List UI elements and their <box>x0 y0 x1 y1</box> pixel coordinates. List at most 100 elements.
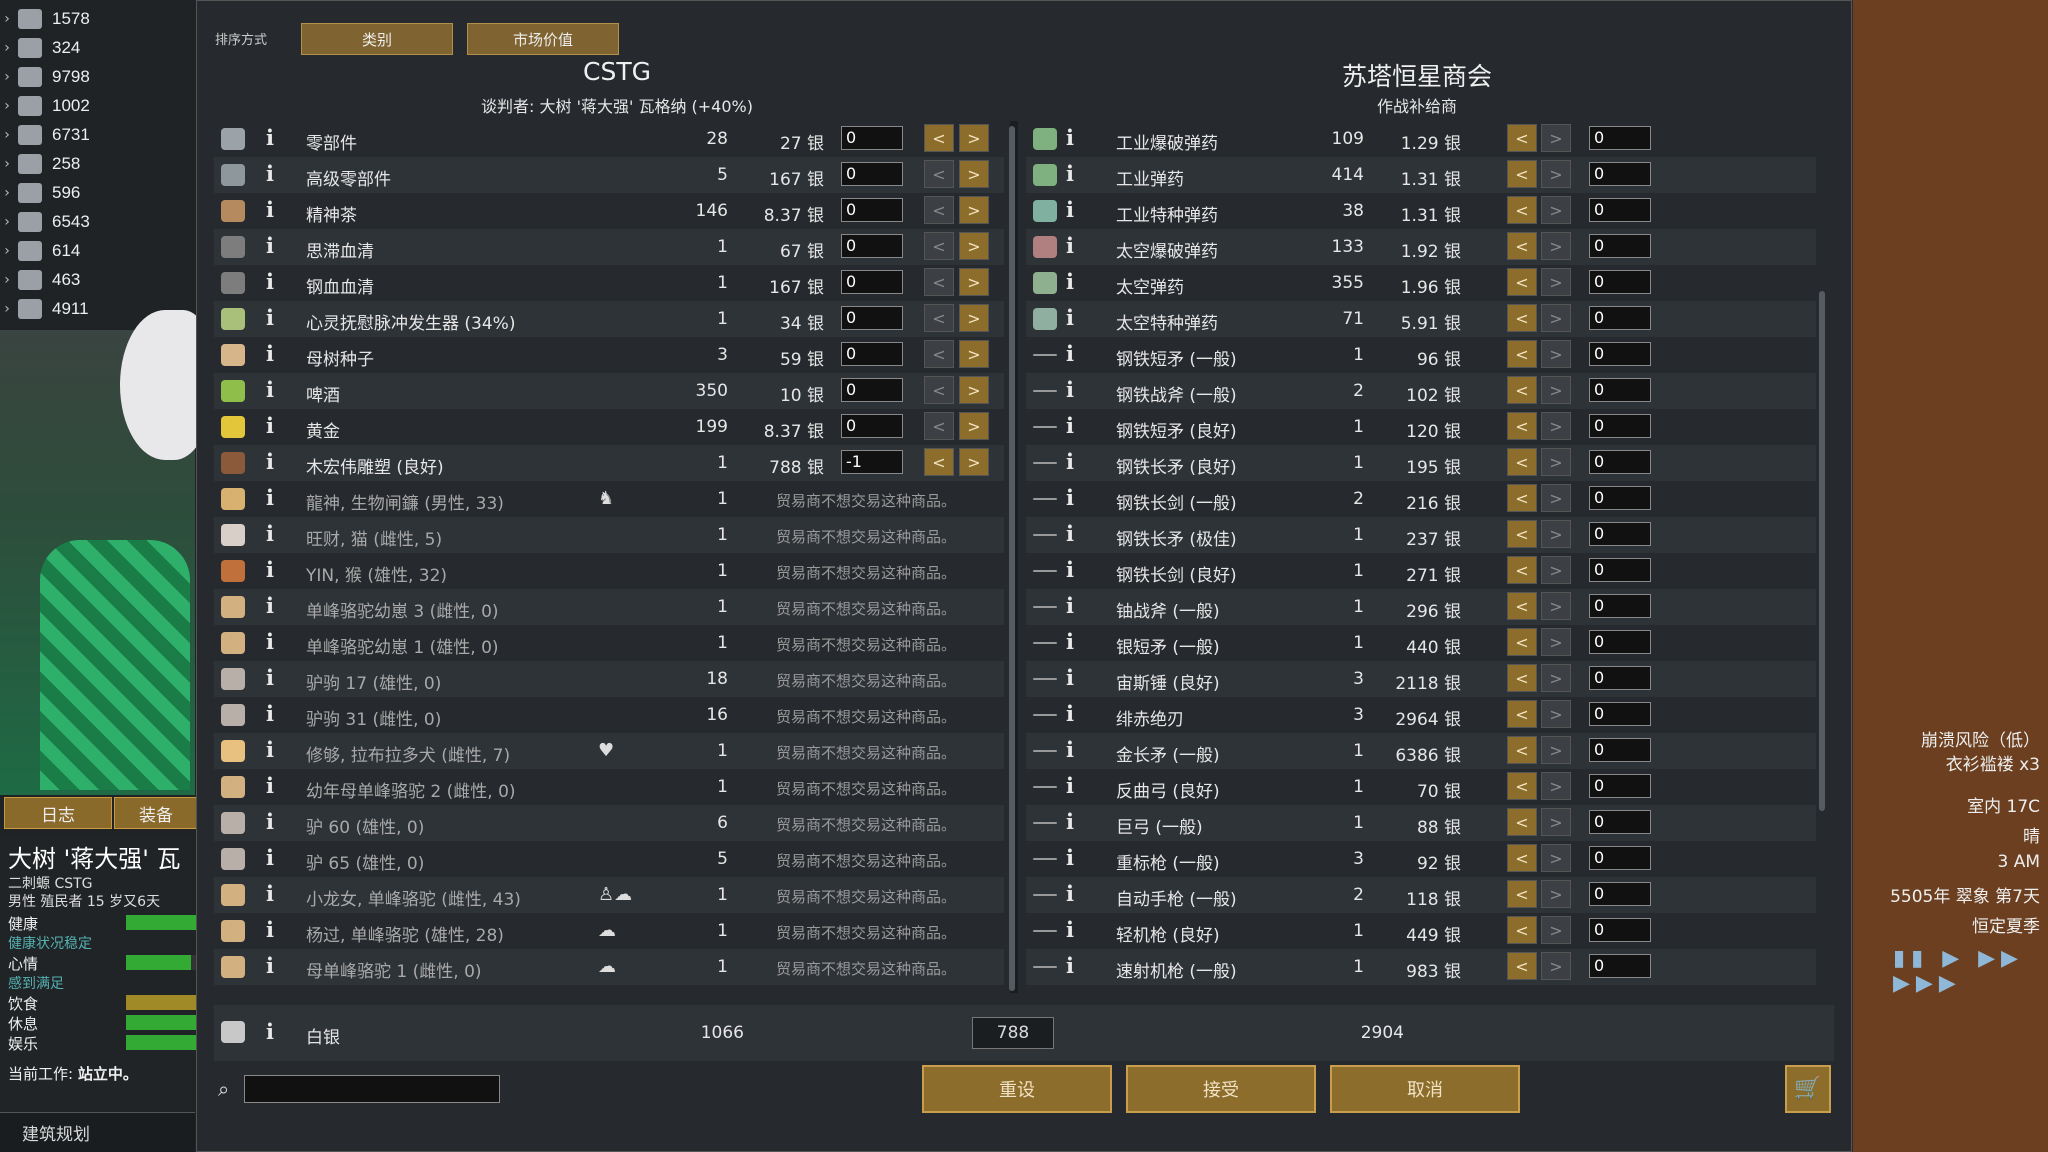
increase-button[interactable]: > <box>1541 340 1571 368</box>
info-icon[interactable]: i <box>266 197 274 222</box>
increase-button[interactable]: > <box>1541 952 1571 980</box>
info-icon[interactable]: i <box>266 233 274 258</box>
decrease-button[interactable]: < <box>1507 916 1537 944</box>
increase-button[interactable]: > <box>1541 376 1571 404</box>
decrease-button[interactable]: < <box>1507 484 1537 512</box>
decrease-button[interactable]: < <box>924 340 954 368</box>
resource-row[interactable]: › 1002 <box>0 91 195 120</box>
increase-button[interactable]: > <box>959 376 989 404</box>
quantity-input[interactable]: 0 <box>841 414 903 438</box>
increase-button[interactable]: > <box>959 304 989 332</box>
info-icon[interactable]: i <box>266 377 274 402</box>
quantity-input[interactable]: -1 <box>841 450 903 474</box>
quantity-input[interactable]: 0 <box>1589 954 1651 978</box>
quantity-input[interactable]: 0 <box>841 270 903 294</box>
quantity-input[interactable]: 0 <box>841 342 903 366</box>
resource-row[interactable]: › 1578 <box>0 4 195 33</box>
increase-button[interactable]: > <box>1541 520 1571 548</box>
quantity-input[interactable]: 0 <box>1589 702 1651 726</box>
info-icon[interactable]: i <box>266 737 274 762</box>
chevron-right-icon[interactable]: › <box>0 40 14 56</box>
increase-button[interactable]: > <box>1541 664 1571 692</box>
decrease-button[interactable]: < <box>924 268 954 296</box>
sort-category-button[interactable]: 类别 <box>301 23 453 55</box>
quantity-input[interactable]: 0 <box>1589 918 1651 942</box>
decrease-button[interactable]: < <box>1507 304 1537 332</box>
info-icon[interactable]: i <box>266 809 274 834</box>
quantity-input[interactable]: 0 <box>841 306 903 330</box>
info-icon[interactable]: i <box>1066 269 1074 294</box>
info-icon[interactable]: i <box>1066 557 1074 582</box>
resource-row[interactable]: › 596 <box>0 178 195 207</box>
info-icon[interactable]: i <box>266 557 274 582</box>
increase-button[interactable]: > <box>1541 268 1571 296</box>
info-icon[interactable]: i <box>266 593 274 618</box>
chevron-right-icon[interactable]: › <box>0 301 14 317</box>
info-icon[interactable]: i <box>1066 305 1074 330</box>
decrease-button[interactable]: < <box>924 232 954 260</box>
decrease-button[interactable]: < <box>1507 592 1537 620</box>
chevron-right-icon[interactable]: › <box>0 243 14 259</box>
speed-controls[interactable]: ▮▮ ▶ ▶▶ ▶▶▶ <box>1893 946 2048 996</box>
increase-button[interactable]: > <box>959 268 989 296</box>
info-icon[interactable]: i <box>266 881 274 906</box>
quantity-input[interactable]: 0 <box>1589 594 1651 618</box>
increase-button[interactable]: > <box>1541 232 1571 260</box>
info-icon[interactable]: i <box>1066 197 1074 222</box>
increase-button[interactable]: > <box>1541 628 1571 656</box>
reset-button[interactable]: 重设 <box>922 1065 1112 1113</box>
alert-ragged[interactable]: 衣衫褴褛 x3 <box>1946 750 2040 775</box>
chevron-right-icon[interactable]: › <box>0 272 14 288</box>
info-icon[interactable]: i <box>266 125 274 150</box>
info-icon[interactable]: i <box>1066 593 1074 618</box>
info-icon[interactable]: i <box>1066 917 1074 942</box>
decrease-button[interactable]: < <box>1507 268 1537 296</box>
left-scrollbar[interactable] <box>1009 126 1015 991</box>
increase-button[interactable]: > <box>1541 808 1571 836</box>
info-icon[interactable]: i <box>1066 845 1074 870</box>
info-icon[interactable]: i <box>1066 665 1074 690</box>
info-icon[interactable]: i <box>266 341 274 366</box>
info-icon[interactable]: i <box>1066 413 1074 438</box>
increase-button[interactable]: > <box>1541 556 1571 584</box>
info-icon[interactable]: i <box>266 269 274 294</box>
alert-breakdown[interactable]: 崩溃风险（低） <box>1921 726 2040 751</box>
resource-row[interactable]: › 258 <box>0 149 195 178</box>
decrease-button[interactable]: < <box>924 448 954 476</box>
chevron-right-icon[interactable]: › <box>0 98 14 114</box>
log-tab[interactable]: 日志 <box>4 797 112 829</box>
decrease-button[interactable]: < <box>1507 664 1537 692</box>
decrease-button[interactable]: < <box>1507 808 1537 836</box>
decrease-button[interactable]: < <box>1507 340 1537 368</box>
info-icon[interactable]: i <box>1066 233 1074 258</box>
decrease-button[interactable]: < <box>1507 844 1537 872</box>
info-icon[interactable]: i <box>1066 377 1074 402</box>
search-input[interactable] <box>244 1075 500 1103</box>
architect-button[interactable]: 建筑规划 <box>0 1112 195 1152</box>
increase-button[interactable]: > <box>959 232 989 260</box>
quantity-input[interactable]: 0 <box>1589 198 1651 222</box>
info-icon[interactable]: i <box>266 485 274 510</box>
decrease-button[interactable]: < <box>1507 880 1537 908</box>
quantity-input[interactable]: 0 <box>1589 270 1651 294</box>
info-icon[interactable]: i <box>1066 881 1074 906</box>
right-scrollbar[interactable] <box>1819 291 1825 811</box>
info-icon[interactable]: i <box>1066 629 1074 654</box>
info-icon[interactable]: i <box>1066 953 1074 978</box>
info-icon[interactable]: i <box>266 449 274 474</box>
decrease-button[interactable]: < <box>1507 520 1537 548</box>
quantity-input[interactable]: 0 <box>841 162 903 186</box>
info-icon[interactable]: i <box>1066 737 1074 762</box>
increase-button[interactable]: > <box>1541 196 1571 224</box>
info-icon[interactable]: i <box>266 413 274 438</box>
quantity-input[interactable]: 0 <box>1589 450 1651 474</box>
decrease-button[interactable]: < <box>1507 772 1537 800</box>
decrease-button[interactable]: < <box>1507 556 1537 584</box>
increase-button[interactable]: > <box>959 340 989 368</box>
chevron-right-icon[interactable]: › <box>0 11 14 27</box>
info-icon[interactable]: i <box>266 953 274 978</box>
quantity-input[interactable]: 0 <box>1589 162 1651 186</box>
decrease-button[interactable]: < <box>1507 376 1537 404</box>
silver-info-icon[interactable]: i <box>266 1019 274 1044</box>
resource-row[interactable]: › 463 <box>0 265 195 294</box>
